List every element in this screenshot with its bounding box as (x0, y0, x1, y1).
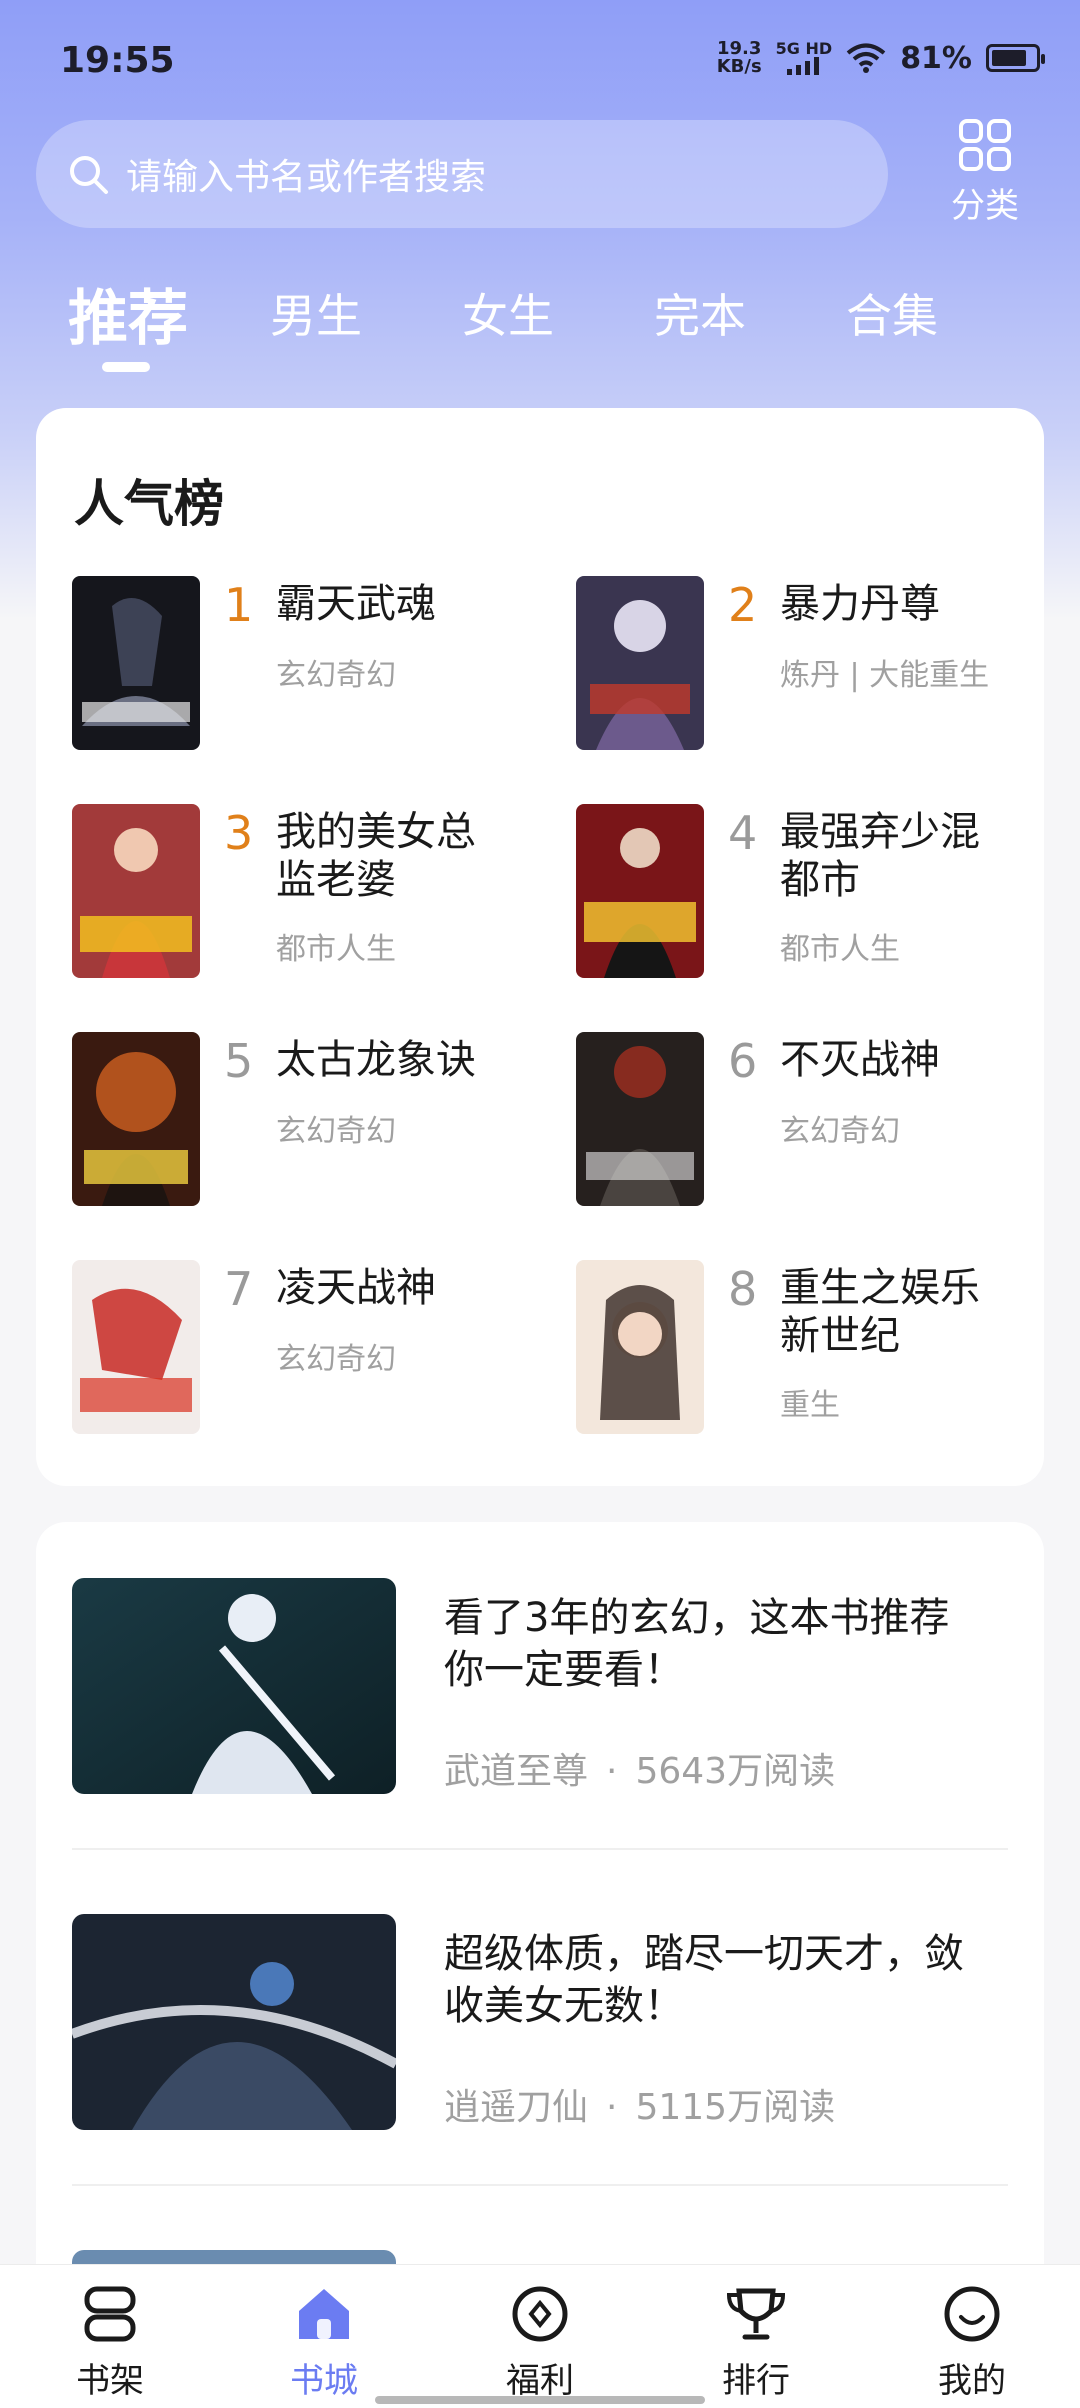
article-meta: 武道至尊 · 5643万阅读 (444, 1751, 836, 1792)
category-label: 分类 (951, 186, 1019, 226)
ranking-book[interactable]: 2 暴力丹尊 炼丹 | 大能重生 (576, 576, 1056, 756)
rank-number: 5 (224, 1034, 254, 1088)
tab-male[interactable]: 男生 (270, 280, 362, 346)
book-title: 暴力丹尊 (780, 581, 940, 627)
book-title: 霸天武魂 (276, 581, 436, 627)
grid-icon (959, 119, 1011, 171)
rank-number: 6 (728, 1034, 758, 1088)
rank-number: 3 (224, 806, 254, 860)
nav-ranking[interactable]: 排行 (686, 2283, 826, 2403)
tab-female[interactable]: 女生 (462, 280, 554, 346)
status-bar: 19:55 19.3 KB/s 5G HD 81% (0, 0, 1080, 120)
coin-icon (512, 2286, 568, 2342)
popularity-ranking-card: 人气榜 1 霸天武魂 玄幻奇幻 2 暴力丹尊 炼丹 | 大能重生 3 我的美女总… (36, 408, 1044, 1486)
battery-icon (986, 44, 1045, 72)
bookshelf-icon (84, 2286, 136, 2342)
rank-number: 1 (224, 578, 254, 632)
article-book-name: 逍遥刀仙 (444, 2087, 589, 2128)
bottom-navigation: 书架 书城 福利 排行 我的 (0, 2264, 1080, 2408)
book-title: 我的美女总 监老婆 (276, 809, 476, 903)
book-cover (576, 576, 704, 750)
battery-fill (992, 50, 1026, 66)
nav-profile[interactable]: 我的 (902, 2283, 1042, 2403)
book-title: 最强弃少混 都市 (780, 809, 980, 903)
book-cover (72, 1260, 200, 1434)
nav-bookstore[interactable]: 书城 (254, 2283, 394, 2403)
article-meta: 逍遥刀仙 · 5115万阅读 (444, 2087, 836, 2128)
nav-label: 书城 (290, 2361, 358, 2401)
rank-number: 4 (728, 806, 758, 860)
tab-completed[interactable]: 完本 (654, 280, 746, 346)
ranking-book[interactable]: 1 霸天武魂 玄幻奇幻 (72, 576, 552, 756)
tab-collection[interactable]: 合集 (846, 280, 938, 346)
book-genre: 玄幻奇幻 (276, 658, 396, 693)
trophy-icon (726, 2288, 786, 2340)
ranking-title: 人气榜 (74, 475, 224, 533)
book-cover (72, 576, 200, 750)
cellular-signal-icon: 5G HD (776, 41, 832, 75)
book-title: 凌天战神 (276, 1265, 436, 1311)
wifi-icon (846, 43, 886, 73)
book-title: 太古龙象诀 (276, 1037, 476, 1083)
article-title: 超级体质，踏尽一切天才，敛 收美女无数！ (444, 1931, 964, 2029)
nav-label: 排行 (722, 2361, 790, 2401)
battery-percent: 81% (900, 40, 972, 76)
ranking-book[interactable]: 5 太古龙象诀 玄幻奇幻 (72, 1032, 552, 1212)
book-genre: 炼丹 | 大能重生 (780, 658, 990, 693)
book-title: 重生之娱乐 新世纪 (780, 1265, 980, 1359)
search-bar[interactable]: 请输入书名或作者搜索 (36, 120, 888, 228)
article-read-count: 5643万阅读 (635, 1751, 836, 1792)
article-title: 看了3年的玄幻，这本书推荐 你一定要看！ (444, 1595, 950, 1693)
book-genre: 都市人生 (276, 932, 396, 967)
rank-number: 7 (224, 1262, 254, 1316)
search-icon (70, 156, 108, 194)
article-read-count: 5115万阅读 (635, 2087, 836, 2128)
category-button[interactable]: 分类 (940, 118, 1030, 228)
feed-article[interactable]: 超级体质，踏尽一切天才，敛 收美女无数！ 逍遥刀仙 · 5115万阅读 (72, 1914, 1008, 2154)
tab-recommend[interactable]: 推荐 (68, 270, 188, 357)
feed-article[interactable]: 看了3年的玄幻，这本书推荐 你一定要看！ 武道至尊 · 5643万阅读 (72, 1578, 1008, 1818)
book-genre: 玄幻奇幻 (780, 1114, 900, 1149)
article-thumbnail (72, 1914, 396, 2130)
smile-icon (944, 2286, 1000, 2342)
book-cover (72, 804, 200, 978)
ranking-book[interactable]: 3 我的美女总 监老婆 都市人生 (72, 804, 552, 984)
search-placeholder: 请输入书名或作者搜索 (126, 157, 487, 198)
status-time: 19:55 (60, 40, 175, 81)
ranking-book[interactable]: 8 重生之娱乐 新世纪 重生 (576, 1260, 1056, 1440)
home-icon (299, 2289, 349, 2339)
nav-label: 书架 (76, 2361, 144, 2401)
book-genre: 重生 (780, 1388, 840, 1423)
home-indicator[interactable] (375, 2396, 705, 2404)
ranking-book[interactable]: 4 最强弃少混 都市 都市人生 (576, 804, 1056, 984)
nav-bookshelf[interactable]: 书架 (40, 2283, 180, 2403)
book-cover (72, 1032, 200, 1206)
status-indicators: 19.3 KB/s 5G HD 81% (716, 38, 1045, 77)
book-cover (576, 804, 704, 978)
book-cover (576, 1032, 704, 1206)
channel-tabs: 推荐 男生 女生 完本 合集 (60, 270, 1020, 380)
article-thumbnail (72, 1578, 396, 1794)
book-genre: 玄幻奇幻 (276, 1114, 396, 1149)
nav-label: 我的 (938, 2361, 1006, 2401)
active-tab-indicator (102, 362, 150, 372)
rank-number: 2 (728, 578, 758, 632)
nav-benefits[interactable]: 福利 (470, 2283, 610, 2403)
ranking-book[interactable]: 7 凌天战神 玄幻奇幻 (72, 1260, 552, 1440)
network-speed: 19.3 KB/s (716, 38, 762, 77)
ranking-book[interactable]: 6 不灭战神 玄幻奇幻 (576, 1032, 1056, 1212)
article-book-name: 武道至尊 (444, 1751, 589, 1792)
book-genre: 都市人生 (780, 932, 900, 967)
divider (72, 1848, 1008, 1850)
nav-label: 福利 (506, 2361, 574, 2401)
rank-number: 8 (728, 1262, 758, 1316)
book-genre: 玄幻奇幻 (276, 1342, 396, 1377)
divider (72, 2184, 1008, 2186)
book-cover (576, 1260, 704, 1434)
book-title: 不灭战神 (780, 1037, 940, 1083)
